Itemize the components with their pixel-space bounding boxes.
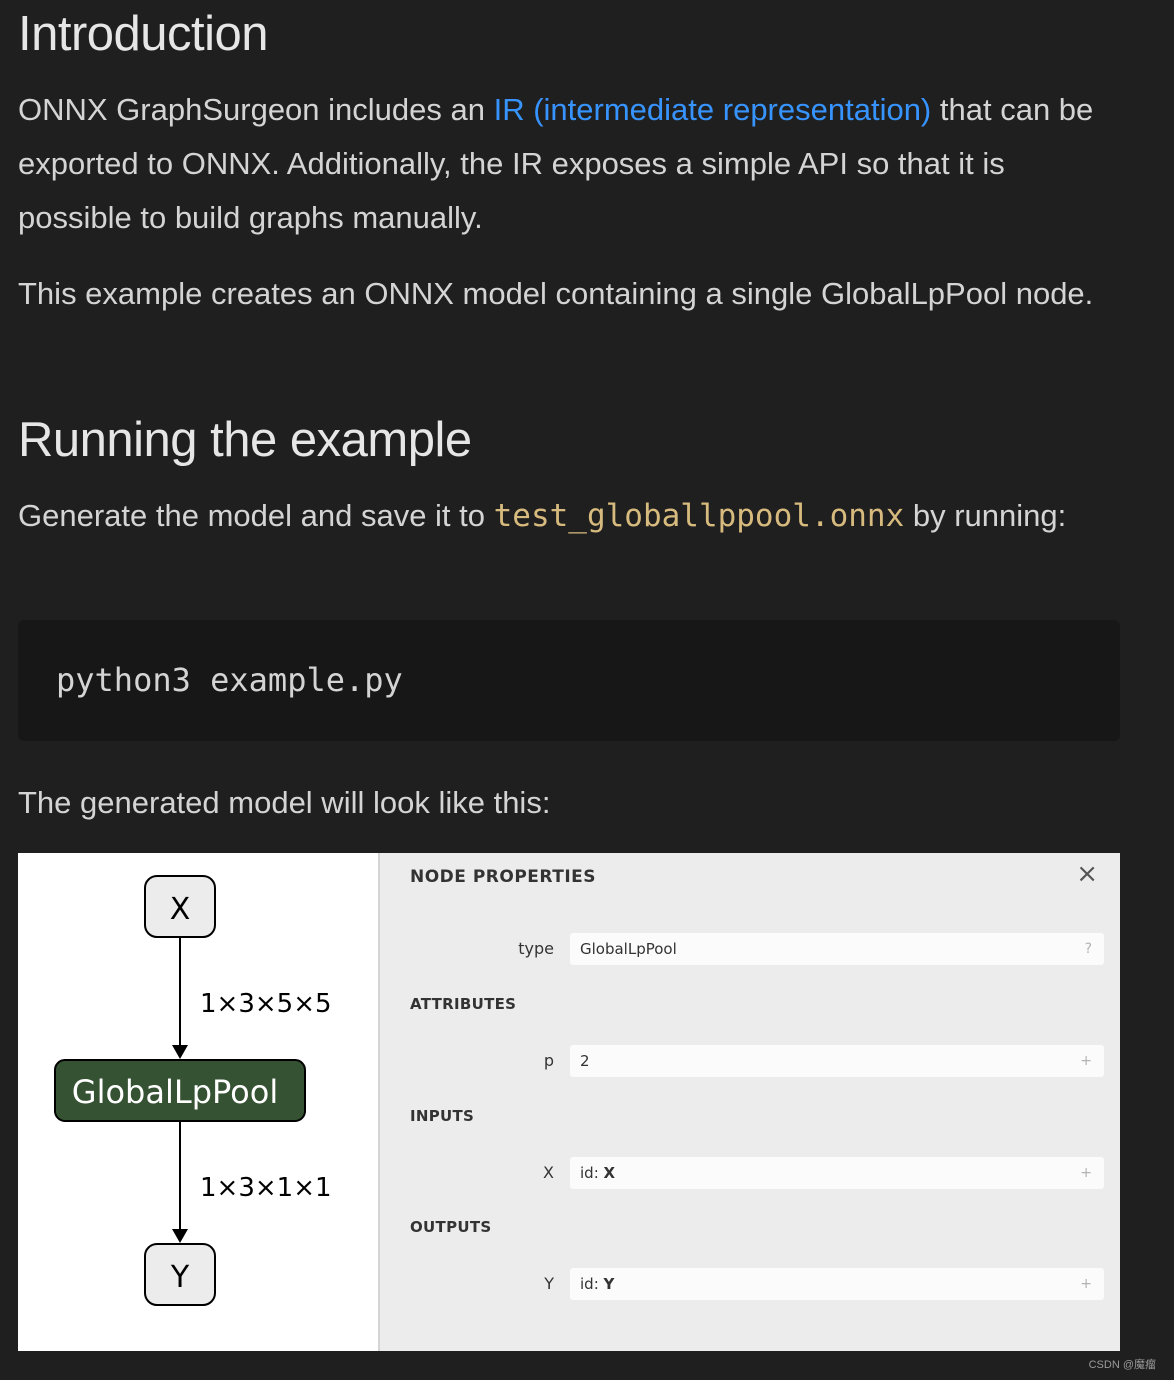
model-screenshot: X 1×3×5×5 1×3×1×1 GlobalLpPool Y NODE PR… [18, 853, 1120, 1351]
output-id-prefix: id: [580, 1275, 604, 1293]
input-id-prefix: id: [580, 1164, 604, 1182]
output-y-field[interactable]: id: Y + [570, 1268, 1104, 1300]
intro-text-start: ONNX GraphSurgeon includes an [18, 92, 494, 127]
node-input-label: X [170, 892, 191, 927]
input-x-field[interactable]: id: X + [570, 1157, 1104, 1189]
type-value: GlobalLpPool [580, 940, 677, 958]
node-output-y[interactable]: Y [144, 1243, 216, 1306]
attr-p-label: p [543, 1051, 554, 1070]
expand-icon[interactable]: + [1080, 1157, 1092, 1189]
run-instructions: Generate the model and save it to test_g… [18, 489, 1120, 543]
edge1-shape-label: 1×3×5×5 [200, 989, 332, 1019]
heading-introduction: Introduction [18, 7, 269, 61]
outputs-heading: OUTPUTS [410, 1218, 492, 1236]
graph-svg: X 1×3×5×5 1×3×1×1 GlobalLpPool Y [54, 875, 332, 1306]
run-text-end: by running: [904, 498, 1067, 533]
type-field[interactable]: GlobalLpPool ? [570, 933, 1104, 965]
input-id-value: X [603, 1164, 616, 1182]
example-description: This example creates an ONNX model conta… [18, 276, 1094, 311]
output-y-label: Y [544, 1274, 554, 1293]
input-x-label: X [543, 1163, 554, 1182]
code-command[interactable]: python3 example.py [56, 658, 403, 702]
model-caption: The generated model will look like this: [18, 785, 551, 820]
edge2-shape-label: 1×3×1×1 [200, 1173, 332, 1203]
help-icon[interactable]: ? [1085, 933, 1092, 965]
close-icon[interactable]: × [1076, 859, 1098, 889]
type-label: type [518, 939, 554, 958]
node-output-label: Y [170, 1260, 190, 1295]
heading-running-example: Running the example [18, 413, 472, 467]
node-properties-panel: NODE PROPERTIES × type GlobalLpPool ? AT… [378, 853, 1120, 1351]
expand-icon[interactable]: + [1080, 1268, 1092, 1300]
node-op-label: GlobalLpPool [72, 1073, 278, 1111]
attr-p-field[interactable]: 2 + [570, 1045, 1104, 1077]
filename-code: test_globallppool.onnx [493, 498, 905, 534]
intro-paragraph: ONNX GraphSurgeon includes an IR (interm… [18, 83, 1120, 245]
node-input-x[interactable]: X [144, 875, 216, 938]
attr-p-value: 2 [580, 1052, 590, 1070]
node-globallppool[interactable]: GlobalLpPool [54, 1059, 306, 1122]
edge-arrow-1 [172, 1045, 188, 1059]
graph-view: X 1×3×5×5 1×3×1×1 GlobalLpPool Y [18, 853, 378, 1351]
attributes-heading: ATTRIBUTES [410, 995, 517, 1013]
run-text-start: Generate the model and save it to [18, 498, 494, 533]
watermark: CSDN @魔瘤 [1088, 1359, 1156, 1371]
ir-link[interactable]: IR (intermediate representation) [494, 92, 932, 127]
panel-title: NODE PROPERTIES [410, 867, 596, 887]
output-id-value: Y [603, 1275, 615, 1293]
expand-icon[interactable]: + [1080, 1045, 1092, 1077]
edge-arrow-2 [172, 1229, 188, 1243]
inputs-heading: INPUTS [410, 1107, 475, 1125]
code-block[interactable]: python3 example.py [18, 620, 1120, 741]
